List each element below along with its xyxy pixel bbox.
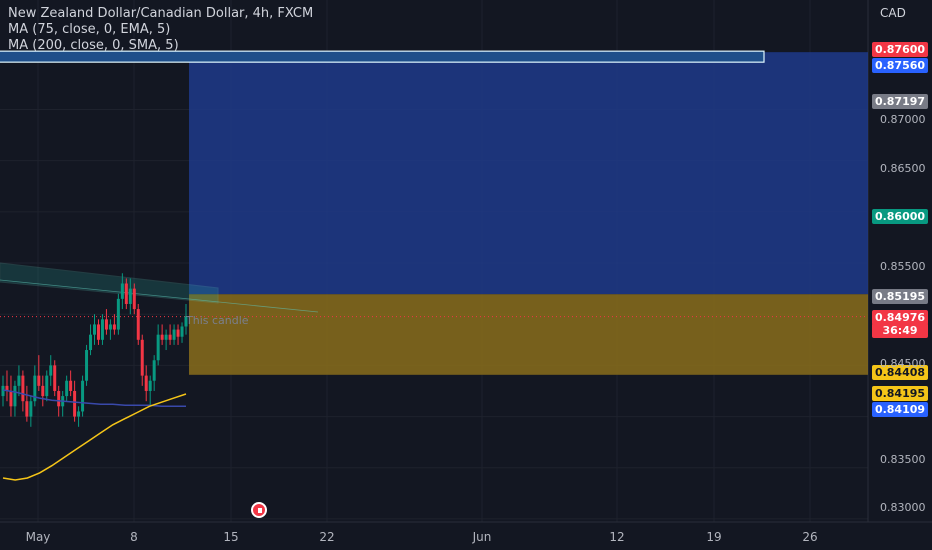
target-zone (189, 52, 868, 295)
candle-body (104, 319, 108, 330)
candle-body (148, 380, 152, 391)
candle-body (152, 360, 156, 381)
price-badge-high: 0.87600 (872, 42, 928, 57)
candle-body (112, 324, 116, 330)
candle-body (136, 309, 140, 340)
x-tick: May (25, 530, 51, 544)
y-tick: 0.83000 (880, 501, 926, 514)
candle-body (156, 334, 160, 361)
x-tick: Jun (472, 530, 492, 544)
x-tick: 15 (223, 530, 239, 544)
countdown-badge: 36:49 (872, 323, 928, 338)
candle-body (85, 350, 89, 381)
candle-body (17, 375, 21, 386)
candle-body (53, 365, 57, 391)
y-tick: 0.83500 (880, 453, 926, 466)
price-badge-target: 0.87560 (872, 58, 928, 73)
candle-body (124, 283, 128, 304)
x-tick: 19 (706, 530, 722, 544)
candle-body (1, 385, 5, 397)
candle-body (21, 375, 25, 402)
x-tick: 8 (130, 530, 138, 544)
price-badge-line: 0.87197 (872, 94, 928, 109)
candle-body (120, 283, 124, 299)
candle-body (140, 339, 144, 376)
candle-body (73, 390, 77, 417)
candle-body (69, 380, 73, 391)
candle-annotation: This candle (186, 314, 249, 327)
candle-body (168, 334, 172, 340)
candle-body (41, 385, 45, 397)
candle-body (172, 329, 176, 340)
candle-body (25, 401, 29, 417)
candle-body (144, 375, 148, 391)
chart-legend: New Zealand Dollar/Canadian Dollar, 4h, … (8, 6, 313, 54)
candle-body (13, 385, 17, 407)
candle-body (128, 288, 132, 304)
alert-icon[interactable] (251, 502, 267, 518)
price-chart[interactable] (0, 0, 932, 550)
candle-body (57, 390, 61, 407)
candle-body (49, 365, 53, 376)
candle-body (93, 324, 96, 335)
candle-body (176, 329, 180, 337)
y-tick: 0.87000 (880, 113, 926, 126)
price-badge-entry: 0.85195 (872, 289, 928, 304)
symbol-title[interactable]: New Zealand Dollar/Canadian Dollar, 4h, … (8, 6, 313, 22)
candle-body (45, 375, 49, 397)
candle-body (164, 334, 168, 340)
candle-body (9, 390, 13, 407)
candle-body (160, 334, 164, 340)
candle-body (89, 334, 93, 351)
x-tick: 12 (609, 530, 625, 544)
candle-body (180, 326, 184, 337)
y-tick: 0.85500 (880, 260, 926, 273)
candle-body (65, 380, 69, 397)
candle-body (29, 401, 33, 417)
currency-label: CAD (880, 6, 906, 20)
y-tick: 0.86500 (880, 162, 926, 175)
price-badge-ma200: 0.84109 (872, 402, 928, 417)
stop-zone (189, 294, 868, 375)
candle-body (116, 298, 120, 330)
candle-body (96, 324, 100, 340)
candle-body (77, 411, 81, 417)
ma75-legend[interactable]: MA (75, close, 0, EMA, 5) (8, 22, 313, 38)
price-badge-ma75: 0.84195 (872, 386, 928, 401)
ma200-legend[interactable]: MA (200, close, 0, SMA, 5) (8, 38, 313, 54)
y-tick: 0.84500 (880, 357, 926, 370)
x-tick: 22 (319, 530, 335, 544)
candle-body (108, 324, 112, 330)
candle-body (132, 288, 136, 310)
candle-body (37, 375, 41, 386)
candle-body (81, 380, 85, 412)
x-tick: 26 (802, 530, 818, 544)
price-badge-tp: 0.86000 (872, 209, 928, 224)
candle-body (100, 319, 104, 340)
